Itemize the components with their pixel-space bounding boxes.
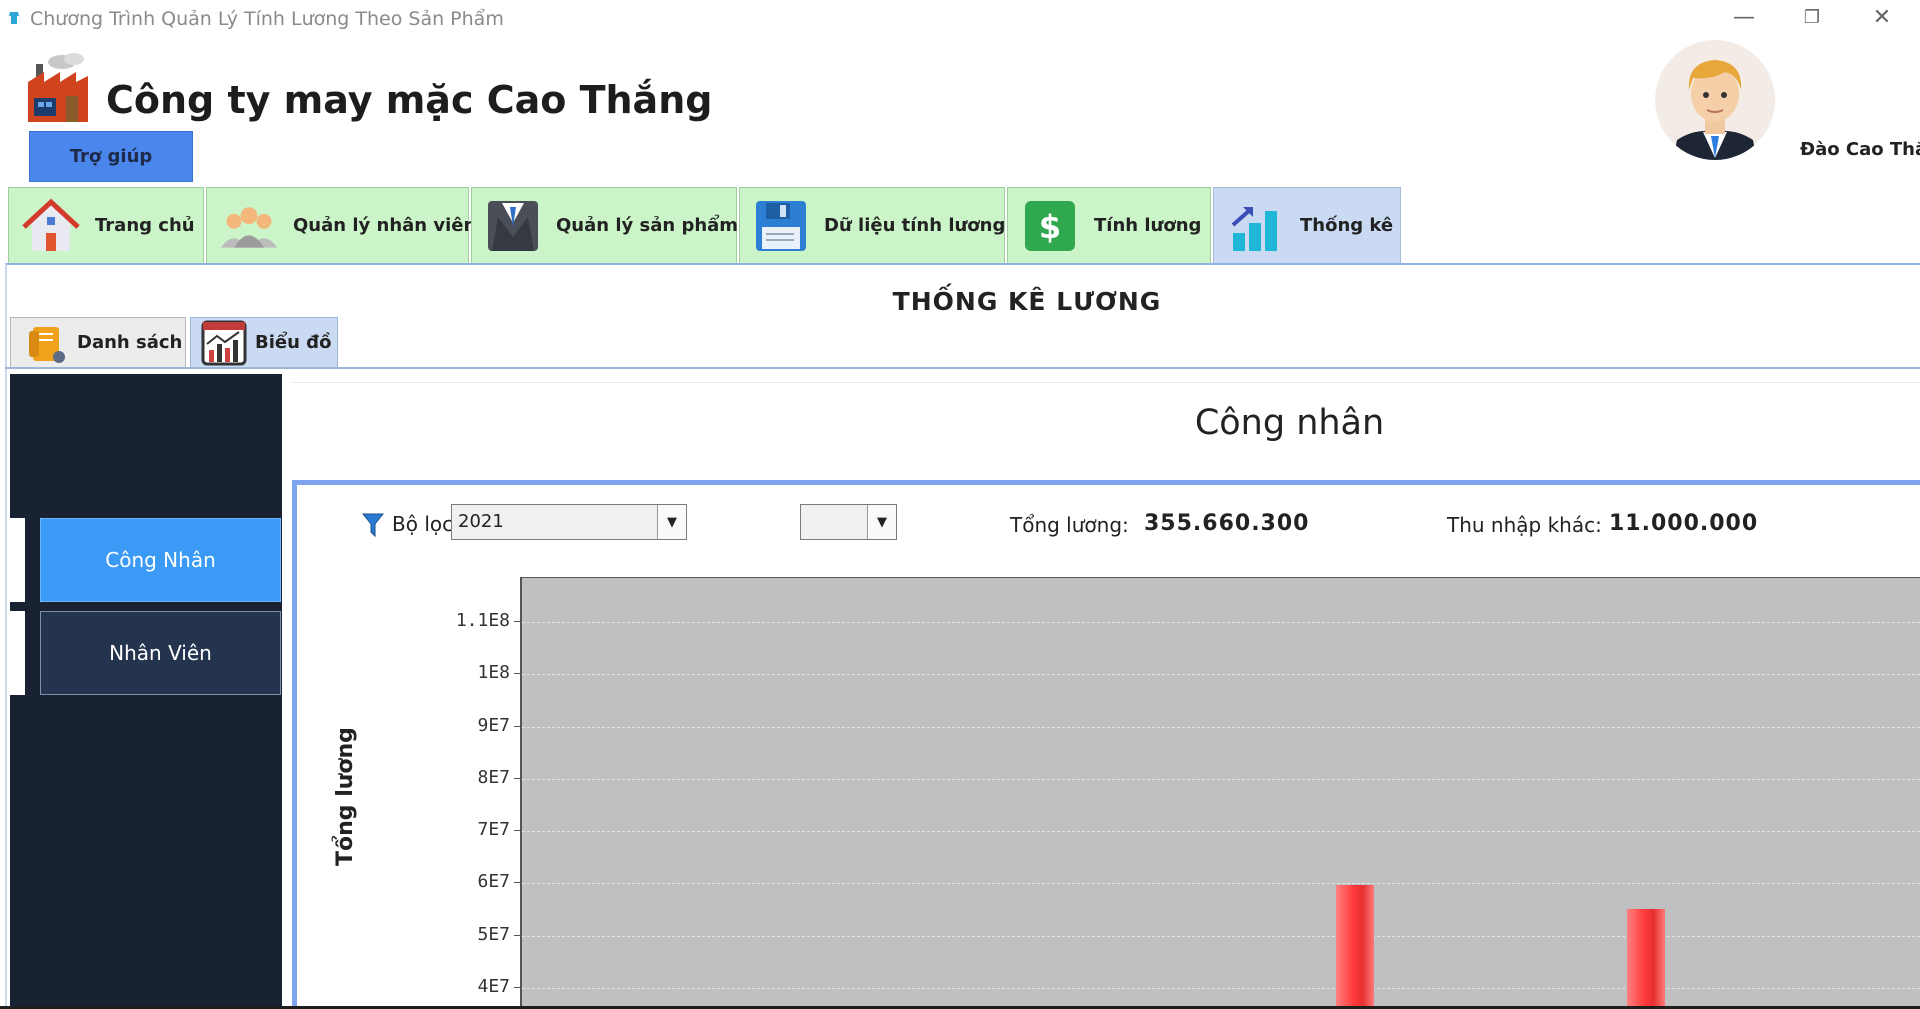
svg-text:$: $ xyxy=(1039,208,1061,246)
user-avatar[interactable] xyxy=(1655,40,1775,160)
subtab-bieu-do[interactable]: Biểu đồ xyxy=(190,317,338,367)
sidebar-item-label: Nhân Viên xyxy=(109,641,212,665)
subtab-divider xyxy=(5,367,1920,369)
user-name: Đào Cao Thắn xyxy=(1800,139,1920,160)
tab-quan-ly-san-pham[interactable]: Quản lý sản phẩm xyxy=(471,187,739,263)
tab-label: Dữ liệu tính lương xyxy=(824,215,1006,236)
tab-tinh-luong[interactable]: $ Tính lương xyxy=(1007,187,1211,263)
restore-icon: ❐ xyxy=(1803,6,1821,28)
bar-chart-icon xyxy=(1226,196,1286,256)
document-list-icon xyxy=(25,321,69,365)
factory-logo-icon xyxy=(26,50,90,124)
filter-icon xyxy=(361,512,385,538)
restore-button[interactable]: ❐ xyxy=(1782,0,1842,34)
total-salary-value: 355.660.300 xyxy=(1144,511,1310,536)
chart-gridline xyxy=(522,831,1920,833)
chevron-down-icon[interactable]: ▼ xyxy=(867,505,896,539)
chart-gridline xyxy=(522,674,1920,676)
sidebar-marker xyxy=(10,611,25,695)
tab-label: Thống kê xyxy=(1300,215,1394,236)
month-select[interactable]: ▼ xyxy=(800,504,897,540)
minimize-button[interactable]: — xyxy=(1714,0,1774,34)
company-name: Công ty may mặc Cao Thắng xyxy=(106,78,713,122)
chart-gridline xyxy=(522,726,1920,728)
filter-label: Bộ lọc xyxy=(392,512,454,536)
tab-thong-ke[interactable]: Thống kê xyxy=(1213,187,1401,263)
tab-label: Quản lý sản phẩm xyxy=(556,215,739,236)
tab-du-lieu-tinh-luong[interactable]: Dữ liệu tính lương xyxy=(739,187,1005,263)
window-title: Chương Trình Quản Lý Tính Lương Theo Sản… xyxy=(30,8,504,30)
close-button[interactable]: ✕ xyxy=(1852,0,1912,34)
tab-trang-chu[interactable]: Trang chủ xyxy=(8,187,204,263)
home-icon xyxy=(21,196,81,256)
year-select[interactable]: 2021 ▼ xyxy=(451,504,687,540)
total-salary-label: Tổng lương: xyxy=(1010,513,1129,537)
help-button[interactable]: Trợ giúp xyxy=(29,131,193,182)
tab-label: Tính lương xyxy=(1094,215,1202,236)
suit-icon xyxy=(484,196,542,256)
sidebar-item-cong-nhan[interactable]: Công Nhân xyxy=(40,518,281,602)
people-icon xyxy=(219,196,279,256)
tab-label: Quản lý nhân viên xyxy=(293,215,477,236)
page-title: THỐNG KÊ LƯƠNG xyxy=(892,287,1162,316)
other-income-value: 11.000.000 xyxy=(1609,511,1759,536)
dollar-icon: $ xyxy=(1020,196,1080,256)
panel-title: Công nhân xyxy=(1194,403,1385,443)
chart-icon xyxy=(201,320,247,366)
minimize-icon: — xyxy=(1733,4,1755,30)
chart-gridline xyxy=(522,778,1920,780)
subtab-label: Danh sách xyxy=(77,332,183,353)
chart-plot-area xyxy=(520,577,1920,1009)
floppy-disk-icon xyxy=(752,196,810,256)
chart-y-axis-label: Tổng lương xyxy=(333,727,358,866)
app-icon xyxy=(8,10,20,24)
other-income-label: Thu nhập khác: xyxy=(1447,513,1602,537)
chart-gridline xyxy=(522,935,1920,937)
year-select-value: 2021 xyxy=(458,511,504,532)
close-icon: ✕ xyxy=(1872,4,1892,30)
tab-label: Trang chủ xyxy=(95,215,195,236)
chart-gridline xyxy=(522,883,1920,885)
tab-quan-ly-nhan-vien[interactable]: Quản lý nhân viên xyxy=(206,187,476,263)
sidebar-active-marker xyxy=(10,518,25,602)
chart-gridline xyxy=(522,988,1920,989)
sidebar-item-label: Công Nhân xyxy=(105,548,216,572)
subtab-label: Biểu đồ xyxy=(255,332,332,353)
chart-gridline xyxy=(522,622,1920,623)
chevron-down-icon[interactable]: ▼ xyxy=(657,505,686,539)
sidebar-item-nhan-vien[interactable]: Nhân Viên xyxy=(40,611,281,695)
subtab-danh-sach[interactable]: Danh sách xyxy=(10,317,186,367)
